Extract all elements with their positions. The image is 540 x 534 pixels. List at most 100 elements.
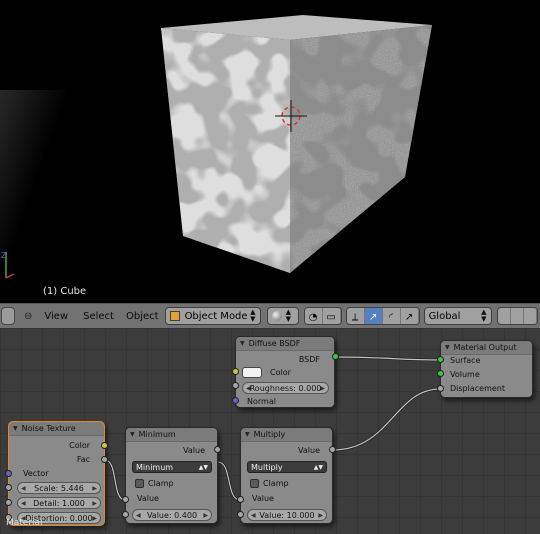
multiply-input-socket-1[interactable] [237, 496, 244, 503]
diffuse-roughness-input-socket[interactable] [232, 382, 239, 389]
layer-buttons [496, 307, 538, 325]
roughness-field[interactable]: ◀ Roughness: 0.000 ▶ [242, 382, 329, 394]
color-label: Color [270, 368, 291, 377]
operation-value: Multiply [251, 462, 283, 472]
output-displacement-input-socket[interactable] [437, 385, 444, 392]
editor-type-button[interactable] [1, 307, 15, 325]
menu-select[interactable]: Select [83, 311, 114, 322]
value-value: Value: 10.000 [259, 510, 315, 520]
viewport-shading-selector[interactable]: ▲ ▼ [266, 307, 299, 325]
layer-button[interactable] [523, 308, 537, 324]
multiply-node[interactable]: ▼ Multiply Value Multiply ▲▼ Clamp Value ◀… [240, 427, 333, 524]
input-vector-label: Vector [23, 469, 49, 478]
value-field[interactable]: ◀ Value: 10.000 ▶ [247, 509, 327, 521]
noise-detail-input-socket[interactable] [5, 499, 12, 506]
input-volume-label: Volume [450, 370, 480, 379]
roughness-value: Roughness: 0.000 [249, 383, 322, 393]
dropdown-arrow-icon: ▲▼ [313, 463, 323, 471]
object-mode-cube-icon [169, 311, 180, 321]
solid-shading-sphere-icon [271, 311, 282, 321]
collapse-triangle-icon[interactable]: ▼ [240, 340, 245, 347]
noise-color-output-socket[interactable] [101, 442, 108, 449]
clamp-label: Clamp [263, 479, 289, 488]
diffuse-bsdf-output-socket[interactable] [332, 353, 339, 360]
diffuse-bsdf-node[interactable]: ▼ Diffuse BSDF BSDF Color ◀ Roughness: 0.0… [235, 336, 335, 408]
cube-object[interactable] [0, 0, 540, 303]
minimum-input-socket-2[interactable] [122, 511, 129, 518]
dropdown-arrow-icon: ▲▼ [198, 463, 208, 471]
minimum-input-socket-1[interactable] [122, 496, 129, 503]
color-swatch[interactable] [242, 367, 262, 378]
mode-selector[interactable]: Object Mode ▲ ▼ [164, 307, 261, 325]
collapse-triangle-icon[interactable]: ▼ [445, 344, 450, 351]
operation-value: Minimum [136, 462, 174, 472]
noise-texture-node[interactable]: ▼ Noise Texture Color Fac Vector ◀ Scale: … [8, 421, 105, 526]
clamp-label: Clamp [148, 479, 174, 488]
noise-vector-input-socket[interactable] [5, 470, 12, 477]
detail-value: Detail: 1.000 [33, 498, 85, 508]
translate-manipulator-icon[interactable]: ⟂ [346, 308, 365, 324]
value-value: Value: 0.400 [146, 510, 198, 520]
axis-z-label: Z [1, 251, 7, 260]
node-title: Material Output [453, 343, 517, 352]
transform-orientation-selector[interactable]: Global ▲ ▼ [423, 307, 492, 325]
scale-field[interactable]: ◀ Scale: 5.446 ▶ [17, 482, 101, 494]
manipulator-toggle-icon[interactable]: ▭ [322, 308, 341, 324]
minimum-node[interactable]: ▼ Minimum Value Minimum ▲▼ Clamp Value ◀ Va… [125, 427, 218, 524]
output-volume-input-socket[interactable] [437, 370, 444, 377]
material-output-node[interactable]: ▼ Material Output Surface Volume Displace… [440, 340, 533, 398]
noise-scale-input-socket[interactable] [5, 484, 12, 491]
active-object-label: (1) Cube [43, 286, 87, 297]
transform-orientation-icon[interactable]: ↗ [400, 308, 419, 324]
operation-dropdown[interactable]: Multiply ▲▼ [247, 461, 327, 473]
output-value-label: Value [183, 446, 205, 455]
updown-arrow-icon: ▲ ▼ [285, 308, 291, 323]
multiply-output-socket[interactable] [329, 446, 336, 453]
pivot-point-icon[interactable]: ◔ [304, 308, 323, 324]
axis-gizmo-icon: Z [1, 251, 14, 279]
orientation-value: Global [428, 310, 461, 322]
value-field[interactable]: ◀ Value: 0.400 ▶ [132, 509, 212, 521]
rotate-manipulator-icon[interactable]: ↗ [364, 308, 383, 324]
pivot-and-snap-group: ◔ ▭ [303, 307, 342, 325]
collapse-menu-icon[interactable]: ⊖ [24, 311, 32, 322]
clamp-checkbox[interactable] [135, 479, 144, 488]
node-tree-label: Material [6, 518, 43, 528]
operation-dropdown[interactable]: Minimum ▲▼ [132, 461, 212, 473]
detail-field[interactable]: ◀ Detail: 1.000 ▶ [17, 497, 101, 509]
collapse-triangle-icon[interactable]: ▼ [13, 425, 18, 432]
output-surface-input-socket[interactable] [437, 356, 444, 363]
node-title: Diffuse BSDF [248, 339, 301, 348]
menu-view[interactable]: View [44, 311, 68, 322]
input-surface-label: Surface [450, 356, 481, 365]
multiply-input-socket-2[interactable] [237, 511, 244, 518]
viewport-header: ⊖ View Select Object Object Mode ▲ ▼ ▲ ▼ ◔… [0, 303, 540, 328]
updown-arrow-icon: ▲ ▼ [481, 308, 487, 323]
scale-manipulator-icon[interactable]: ◜ [382, 308, 401, 324]
node-editor[interactable]: ▼ Noise Texture Color Fac Vector ◀ Scale: … [0, 328, 540, 534]
diffuse-color-input-socket[interactable] [232, 368, 239, 375]
input-value-label: Value [252, 494, 274, 503]
collapse-triangle-icon[interactable]: ▼ [245, 431, 250, 438]
minimum-output-socket[interactable] [214, 446, 221, 453]
layer-button[interactable] [497, 308, 511, 324]
transform-manipulators-group: ⟂ ↗ ◜ ↗ [345, 307, 420, 325]
node-title: Multiply [253, 430, 286, 439]
node-title: Noise Texture [21, 424, 76, 433]
output-bsdf-label: BSDF [298, 355, 320, 364]
3d-viewport[interactable]: Z (1) Cube [0, 0, 540, 303]
layer-button[interactable] [510, 308, 524, 324]
diffuse-normal-input-socket[interactable] [232, 397, 239, 404]
input-normal-label: Normal [247, 397, 276, 406]
input-displacement-label: Displacement [450, 384, 505, 393]
output-fac-label: Fac [76, 455, 90, 464]
noise-fac-output-socket[interactable] [101, 456, 108, 463]
node-title: Minimum [138, 430, 176, 439]
output-color-label: Color [69, 441, 90, 450]
input-value-label: Value [137, 494, 159, 503]
scale-value: Scale: 5.446 [34, 483, 84, 493]
clamp-checkbox[interactable] [250, 479, 259, 488]
menu-object[interactable]: Object [126, 311, 159, 322]
mode-selector-value: Object Mode [184, 310, 248, 322]
collapse-triangle-icon[interactable]: ▼ [130, 431, 135, 438]
